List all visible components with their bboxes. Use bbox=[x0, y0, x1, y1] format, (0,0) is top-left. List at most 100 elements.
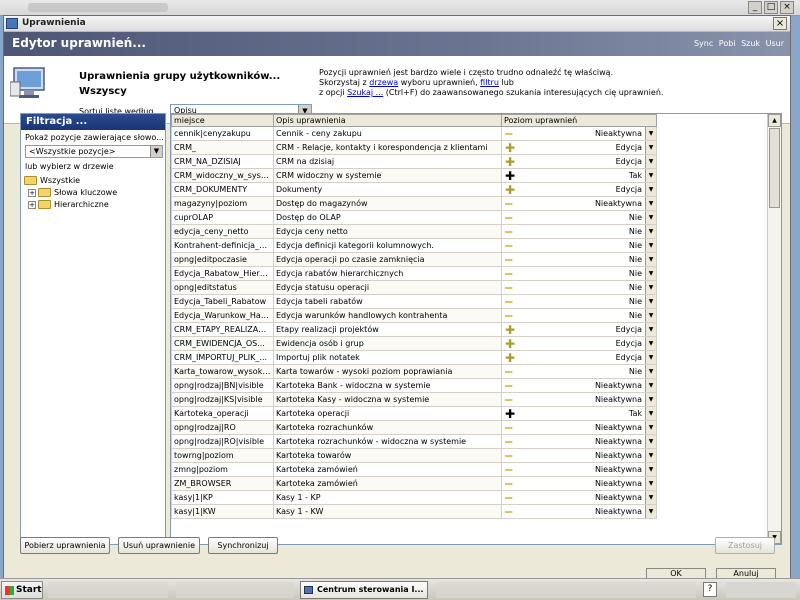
close-icon[interactable]: × bbox=[773, 17, 787, 30]
expand-icon[interactable]: + bbox=[28, 188, 36, 197]
table-row[interactable]: CRM_ETAPY_REALIZAC... Etapy realizacji pr… bbox=[171, 322, 657, 337]
table-row[interactable]: cennik|cenyzakupu Cennik - ceny zakupu ━ Ni… bbox=[171, 126, 657, 141]
chevron-down-icon[interactable]: ▼ bbox=[645, 351, 656, 364]
cell-opis[interactable]: CRM - Relacje, kontakty i korespondencja… bbox=[273, 140, 502, 155]
maximize-button[interactable]: □ bbox=[764, 1, 778, 14]
table-row[interactable]: Edycja_Warunkow_Han... Edycja warunków ha… bbox=[171, 308, 657, 323]
table-row[interactable]: opng|rodzaj|KS|visible Kartoteka Kasy - w… bbox=[171, 392, 657, 407]
cell-miejsce[interactable]: CRM_widoczny_w_syst... bbox=[171, 168, 274, 183]
cell-opis[interactable]: Kartoteka towarów bbox=[273, 448, 502, 463]
table-row[interactable]: opng|rodzaj|BN|visible Kartoteka Bank - w… bbox=[171, 378, 657, 393]
table-row[interactable]: kasy|1|KP Kasy 1 - KP ━ Nieaktywna ▼ bbox=[171, 490, 657, 505]
chevron-down-icon[interactable]: ▼ bbox=[645, 449, 656, 462]
cell-miejsce[interactable]: CRM_ETAPY_REALIZAC... bbox=[171, 322, 274, 337]
table-row[interactable]: cuprOLAP Dostęp do OLAP ━ Nie ▼ bbox=[171, 210, 657, 225]
column-header-miejsce[interactable]: miejsce bbox=[171, 114, 274, 127]
table-row[interactable]: ZM_BROWSER Kartoteka zamówień ━ Nieaktywna ▼ bbox=[171, 476, 657, 491]
cell-poziom[interactable]: ✚ Edycja ▼ bbox=[501, 182, 657, 197]
scroll-up-icon[interactable]: ▲ bbox=[768, 114, 781, 127]
cell-miejsce[interactable]: kasy|1|KP bbox=[171, 490, 274, 505]
cell-miejsce[interactable]: Edycja_Rabatow_Hiera... bbox=[171, 266, 274, 281]
cell-miejsce[interactable]: edycja_ceny_netto bbox=[171, 224, 274, 239]
cell-miejsce[interactable]: opng|rodzaj|BN|visible bbox=[171, 378, 274, 393]
chevron-down-icon[interactable]: ▼ bbox=[645, 253, 656, 266]
cell-miejsce[interactable]: opng|rodzaj|KS|visible bbox=[171, 392, 274, 407]
chevron-down-icon[interactable]: ▼ bbox=[645, 393, 656, 406]
cell-poziom[interactable]: ━ Nieaktywna ▼ bbox=[501, 126, 657, 141]
table-row[interactable]: CRM_ CRM - Relacje, kontakty i koresponde… bbox=[171, 140, 657, 155]
cell-opis[interactable]: Kartoteka rozrachunków bbox=[273, 420, 502, 435]
cell-opis[interactable]: Kartoteka Kasy - widoczna w systemie bbox=[273, 392, 502, 407]
cell-poziom[interactable]: ━ Nieaktywna ▼ bbox=[501, 434, 657, 449]
chevron-down-icon[interactable]: ▼ bbox=[645, 155, 656, 168]
cell-miejsce[interactable]: kasy|1|KW bbox=[171, 504, 274, 519]
cell-opis[interactable]: Cennik - ceny zakupu bbox=[273, 126, 502, 141]
header-link-sync[interactable]: Sync bbox=[694, 39, 713, 48]
cell-miejsce[interactable]: Kontrahent-definicja_k... bbox=[171, 238, 274, 253]
cell-poziom[interactable]: ━ Nie ▼ bbox=[501, 308, 657, 323]
tree-item[interactable]: + Słowa kluczowe bbox=[24, 187, 164, 199]
scroll-thumb[interactable] bbox=[769, 128, 780, 208]
chevron-down-icon[interactable]: ▼ bbox=[645, 141, 656, 154]
cell-miejsce[interactable]: zmng|poziom bbox=[171, 462, 274, 477]
table-row[interactable]: Kartoteka_operacji Kartoteka operacji ✚ Tak… bbox=[171, 406, 657, 421]
cell-miejsce[interactable]: Kartoteka_operacji bbox=[171, 406, 274, 421]
chevron-down-icon[interactable]: ▼ bbox=[645, 295, 656, 308]
table-row[interactable]: Karta_towarow_wysoki... Karta towarów - w… bbox=[171, 364, 657, 379]
cell-opis[interactable]: Edycja statusu operacji bbox=[273, 280, 502, 295]
cell-opis[interactable]: Etapy realizacji projektów bbox=[273, 322, 502, 337]
cell-miejsce[interactable]: Edycja_Tabeli_Rabatow bbox=[171, 294, 274, 309]
cell-miejsce[interactable]: cennik|cenyzakupu bbox=[171, 126, 274, 141]
cell-miejsce[interactable]: Edycja_Warunkow_Han... bbox=[171, 308, 274, 323]
cell-poziom[interactable]: ✚ Edycja ▼ bbox=[501, 336, 657, 351]
cell-poziom[interactable]: ━ Nie ▼ bbox=[501, 294, 657, 309]
tree-link[interactable]: drzewa bbox=[369, 78, 398, 87]
chevron-down-icon[interactable]: ▼ bbox=[645, 239, 656, 252]
chevron-down-icon[interactable]: ▼ bbox=[645, 337, 656, 350]
cell-poziom[interactable]: ✚ Edycja ▼ bbox=[501, 154, 657, 169]
cell-poziom[interactable]: ✚ Tak ▼ bbox=[501, 406, 657, 421]
cell-miejsce[interactable]: CRM_ bbox=[171, 140, 274, 155]
cell-opis[interactable]: Edycja warunków handlowych kontrahenta bbox=[273, 308, 502, 323]
cell-miejsce[interactable]: CRM_DOKUMENTY bbox=[171, 182, 274, 197]
cell-miejsce[interactable]: CRM_EWIDENCJA_OS... bbox=[171, 336, 274, 351]
cell-poziom[interactable]: ✚ Edycja ▼ bbox=[501, 140, 657, 155]
cell-poziom[interactable]: ━ Nieaktywna ▼ bbox=[501, 448, 657, 463]
table-row[interactable]: opng|rodzaj|RO|visible Kartoteka rozrachu… bbox=[171, 434, 657, 449]
start-button[interactable]: Start bbox=[1, 581, 43, 599]
table-row[interactable]: opng|editstatus Edycja statusu operacji ━ N… bbox=[171, 280, 657, 295]
tree-item[interactable]: + Hierarchiczne bbox=[24, 199, 164, 211]
cell-opis[interactable]: Dostęp do OLAP bbox=[273, 210, 502, 225]
cell-poziom[interactable]: ━ Nie ▼ bbox=[501, 210, 657, 225]
cell-miejsce[interactable]: opng|editstatus bbox=[171, 280, 274, 295]
header-link-remove[interactable]: Usur bbox=[766, 39, 784, 48]
chevron-down-icon[interactable]: ▼ bbox=[645, 281, 656, 294]
remove-permission-button[interactable]: Usuń uprawnienie bbox=[118, 537, 200, 554]
chevron-down-icon[interactable]: ▼ bbox=[645, 211, 656, 224]
cell-poziom[interactable]: ━ Nie ▼ bbox=[501, 252, 657, 267]
cell-poziom[interactable]: ━ Nie ▼ bbox=[501, 280, 657, 295]
cell-opis[interactable]: Edycja rabatów hierarchicznych bbox=[273, 266, 502, 281]
chevron-down-icon[interactable]: ▼ bbox=[645, 491, 656, 504]
chevron-down-icon[interactable]: ▼ bbox=[645, 127, 656, 140]
chevron-down-icon[interactable]: ▼ bbox=[645, 407, 656, 420]
column-header-poziom[interactable]: Poziom uprawnień bbox=[501, 114, 657, 127]
table-row[interactable]: CRM_NA_DZISIAJ CRM na dzisiaj ✚ Edycja ▼ bbox=[171, 154, 657, 169]
cell-opis[interactable]: Edycja definicji kategorii kolumnowych. bbox=[273, 238, 502, 253]
chevron-down-icon[interactable]: ▼ bbox=[645, 435, 656, 448]
cell-opis[interactable]: Karta towarów - wysoki poziom poprawiani… bbox=[273, 364, 502, 379]
tree-item[interactable]: Wszystkie bbox=[24, 175, 164, 187]
table-row[interactable]: Kontrahent-definicja_k... Edycja definicj… bbox=[171, 238, 657, 253]
chevron-down-icon[interactable]: ▼ bbox=[645, 197, 656, 210]
apply-button[interactable]: Zastosuj bbox=[715, 537, 775, 554]
table-row[interactable]: CRM_DOKUMENTY Dokumenty ✚ Edycja ▼ bbox=[171, 182, 657, 197]
synchronize-button[interactable]: Synchronizuj bbox=[208, 537, 278, 554]
cell-poziom[interactable]: ━ Nie ▼ bbox=[501, 364, 657, 379]
cell-poziom[interactable]: ━ Nieaktywna ▼ bbox=[501, 490, 657, 505]
chevron-down-icon[interactable]: ▼ bbox=[645, 379, 656, 392]
cell-poziom[interactable]: ━ Nie ▼ bbox=[501, 266, 657, 281]
cell-miejsce[interactable]: CRM_IMPORTUJ_PLIK_... bbox=[171, 350, 274, 365]
minimize-button[interactable]: _ bbox=[748, 1, 762, 14]
cell-miejsce[interactable]: towrng|poziom bbox=[171, 448, 274, 463]
cell-miejsce[interactable]: Karta_towarow_wysoki... bbox=[171, 364, 274, 379]
